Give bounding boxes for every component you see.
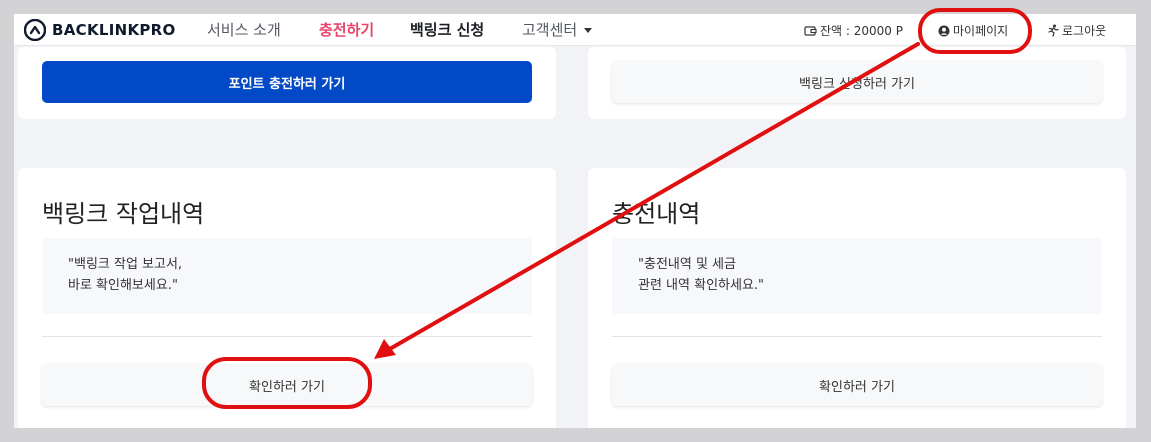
balance-display: 잔액 : 20000 P bbox=[804, 22, 903, 39]
user-circle-icon bbox=[938, 25, 950, 36]
charge-history-quote: "충전내역 및 세금 관련 내역 확인하세요." bbox=[612, 238, 1102, 314]
nav-item-backlink-apply[interactable]: 백링크 신청 bbox=[410, 19, 484, 40]
balance-text: 잔액 : 20000 P bbox=[820, 24, 903, 38]
page-frame: BACKLINKPRO 서비스 소개 충전하기 백링크 신청 고객센터 잔액 :… bbox=[14, 14, 1136, 428]
backlink-history-quote-line2: 바로 확인해보세요." bbox=[68, 278, 178, 293]
running-person-icon bbox=[1048, 24, 1059, 37]
charge-history-title: 충전내역 bbox=[612, 200, 701, 228]
apply-backlink-card: 백링크 신청하러 가기 bbox=[588, 47, 1126, 119]
charge-history-view-button[interactable]: 확인하러 가기 bbox=[612, 364, 1102, 406]
card-divider bbox=[42, 336, 532, 337]
backlink-history-quote: "백링크 작업 보고서, 바로 확인해보세요." bbox=[42, 238, 532, 314]
backlink-history-view-button[interactable]: 확인하러 가기 bbox=[42, 364, 532, 406]
mypage-label: 마이페이지 bbox=[953, 24, 1009, 38]
backlink-history-quote-line1: "백링크 작업 보고서, bbox=[68, 257, 183, 272]
nav-item-customer-center[interactable]: 고객센터 bbox=[522, 19, 593, 40]
backlink-history-card: 백링크 작업내역 "백링크 작업 보고서, 바로 확인해보세요." 확인하러 가… bbox=[18, 168, 556, 428]
charge-points-button[interactable]: 포인트 충전하러 가기 bbox=[42, 61, 532, 103]
charge-points-card: 포인트 충전하러 가기 bbox=[18, 47, 556, 119]
apply-backlink-button[interactable]: 백링크 신청하러 가기 bbox=[612, 61, 1102, 103]
nav-item-service-intro[interactable]: 서비스 소개 bbox=[207, 19, 281, 40]
caret-down-icon bbox=[584, 28, 593, 33]
brand-name: BACKLINKPRO bbox=[52, 21, 176, 39]
card-divider bbox=[612, 336, 1102, 337]
backlink-history-title: 백링크 작업내역 bbox=[42, 200, 205, 228]
top-navbar: BACKLINKPRO 서비스 소개 충전하기 백링크 신청 고객센터 잔액 :… bbox=[14, 14, 1136, 46]
charge-history-quote-line1: "충전내역 및 세금 bbox=[638, 257, 736, 272]
wallet-icon bbox=[804, 25, 817, 36]
logout-label: 로그아웃 bbox=[1062, 24, 1107, 38]
brand-logo[interactable]: BACKLINKPRO bbox=[24, 18, 176, 42]
backlinkpro-logo-icon bbox=[24, 19, 46, 41]
nav-item-charge[interactable]: 충전하기 bbox=[319, 19, 374, 40]
charge-history-quote-line2: 관련 내역 확인하세요." bbox=[638, 278, 765, 293]
charge-history-card: 충전내역 "충전내역 및 세금 관련 내역 확인하세요." 확인하러 가기 bbox=[588, 168, 1126, 428]
nav-item-customer-center-label: 고객센터 bbox=[522, 21, 578, 39]
logout-link[interactable]: 로그아웃 bbox=[1046, 22, 1106, 39]
mypage-link[interactable]: 마이페이지 bbox=[938, 22, 1008, 39]
